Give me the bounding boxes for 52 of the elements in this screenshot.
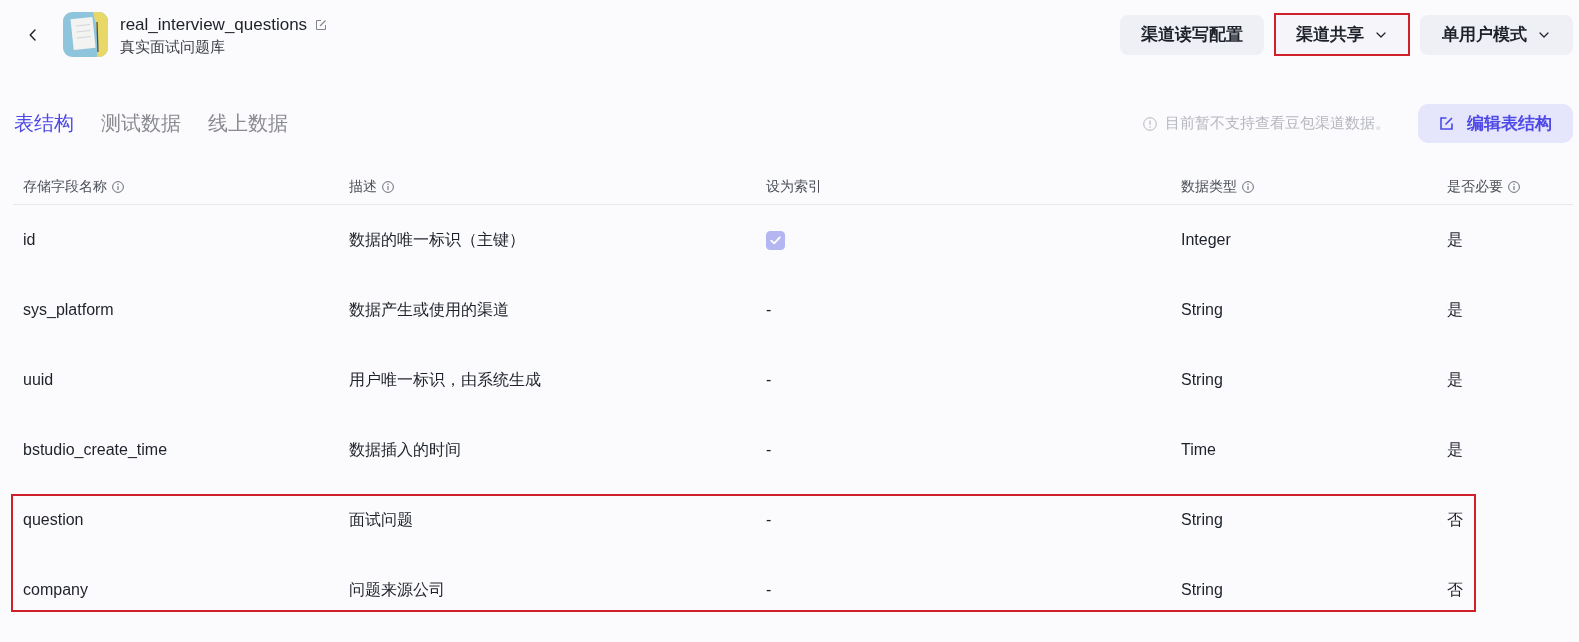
table-cell-text: String — [1181, 301, 1224, 319]
table-cell-text: question — [23, 511, 85, 529]
column-header: 设为索引 — [766, 178, 822, 196]
table-cell-text: 数据的唯一标识（主键） — [349, 229, 526, 250]
table-cell-text: Integer — [1181, 231, 1232, 249]
edit-icon[interactable] — [315, 18, 328, 31]
chevron-down-icon — [1376, 31, 1386, 38]
table-cell-text: - — [766, 441, 773, 459]
tab[interactable]: 测试数据 — [101, 110, 181, 137]
back-icon[interactable] — [29, 28, 36, 41]
edit-button[interactable]: 编辑表结构 — [1418, 104, 1573, 143]
table-cell-text: 面试问题 — [349, 509, 414, 530]
table-cell-text: 问题来源公司 — [349, 579, 446, 600]
tab[interactable]: 表结构 — [14, 110, 74, 137]
column-header: 是否必要 — [1447, 178, 1503, 196]
table-cell-text: String — [1181, 511, 1224, 529]
page-subtitle: 真实面试问题库 — [120, 37, 226, 56]
table-cell-text: - — [766, 371, 773, 389]
dropdown-button[interactable]: 渠道共享 — [1274, 13, 1410, 56]
table-cell-text: 用户唯一标识，由系统生成 — [349, 369, 542, 390]
notepad-icon — [63, 12, 108, 57]
table-cell-text: 数据产生或使用的渠道 — [349, 299, 510, 320]
table-cell-text: String — [1181, 581, 1224, 599]
table-cell-text: String — [1181, 371, 1224, 389]
table-cell-text: - — [766, 301, 773, 319]
column-header: 数据类型 — [1181, 178, 1237, 196]
table-cell-text: company — [23, 581, 89, 599]
edit-icon — [1440, 117, 1453, 130]
page-title: real_interview_questions — [120, 13, 308, 36]
table-cell-text: 是 — [1447, 229, 1464, 250]
chevron-down-icon — [1539, 31, 1549, 38]
table-cell-text: 数据插入的时间 — [349, 439, 462, 460]
table-cell-text: - — [766, 511, 773, 529]
table-cell-text: Time — [1181, 441, 1217, 459]
tab[interactable]: 线上数据 — [208, 110, 288, 137]
table-cell-text: 是 — [1447, 439, 1464, 460]
table-cell-text: id — [23, 231, 37, 249]
dropdown-button[interactable]: 单用户模式 — [1420, 14, 1573, 55]
notice-text: 目前暂不支持查看豆包渠道数据。 — [1165, 114, 1390, 133]
checkmark-icon — [770, 235, 781, 245]
table-cell-text: - — [766, 581, 773, 599]
exclamation-circle-icon — [1143, 116, 1157, 131]
table-cell-text: sys_platform — [23, 301, 115, 319]
table-cell-text: 否 — [1447, 579, 1464, 600]
table-cell-text: bstudio_create_time — [23, 441, 169, 459]
toolbar-button[interactable]: 渠道读写配置 — [1120, 14, 1264, 55]
column-header: 描述 — [349, 178, 377, 196]
table-cell-text: uuid — [23, 371, 55, 389]
table-cell-text: 否 — [1447, 509, 1464, 530]
column-header: 存储字段名称 — [23, 178, 107, 196]
table-cell-text: 是 — [1447, 299, 1464, 320]
table-cell-text: 是 — [1447, 369, 1464, 390]
